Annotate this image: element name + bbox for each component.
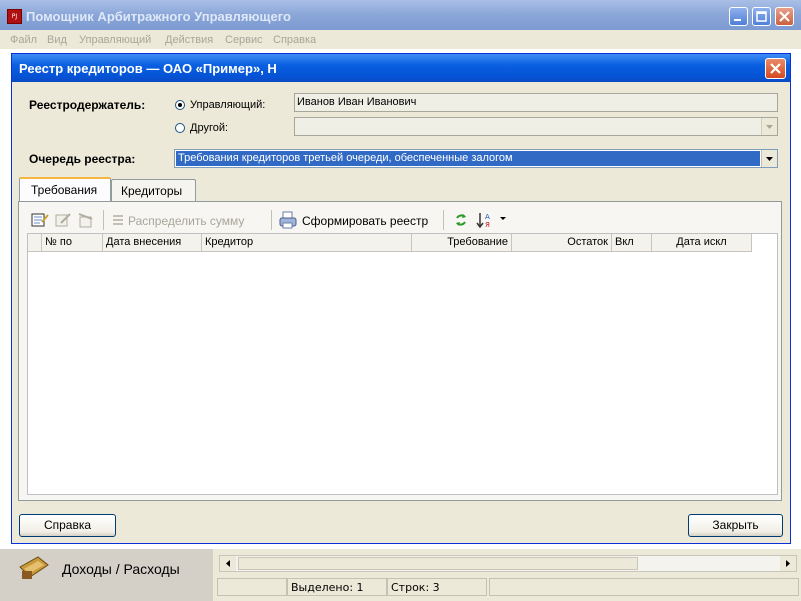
distribute-icon xyxy=(110,210,126,230)
horizontal-scrollbar[interactable] xyxy=(219,555,797,572)
column-header[interactable]: Кредитор xyxy=(202,234,412,252)
main-close-button[interactable] xyxy=(775,7,794,26)
radio-manager[interactable] xyxy=(175,100,185,110)
column-header-label: Кредитор xyxy=(205,236,254,248)
close-button[interactable]: Закрыть xyxy=(688,514,783,537)
radio-other-label[interactable]: Другой: xyxy=(190,122,228,134)
tab-requirements[interactable]: Требования xyxy=(19,177,111,201)
creditors-registry-dialog: Реестр кредиторов — ОАО «Пример», Н Реес… xyxy=(11,53,791,544)
refresh-icon[interactable] xyxy=(451,210,471,230)
menu-manager[interactable]: Управляющий xyxy=(79,34,151,46)
tab-requirements-label: Требования xyxy=(31,183,98,197)
queue-label: Очередь реестра: xyxy=(29,152,136,166)
status-selected: Выделено: 1 xyxy=(287,578,387,596)
help-button[interactable]: Справка xyxy=(19,514,116,537)
status-rows: Строк: 3 xyxy=(387,578,487,596)
manager-value: Иванов Иван Иванович xyxy=(297,96,417,108)
printer-icon[interactable] xyxy=(278,210,298,230)
column-header[interactable]: № по xyxy=(42,234,103,252)
other-holder-combo[interactable] xyxy=(294,117,778,136)
income-expense-item[interactable]: Доходы / Расходы xyxy=(62,561,180,577)
column-header-label: Вкл xyxy=(615,236,634,248)
menu-service[interactable]: Сервис xyxy=(225,34,263,46)
svg-text:Я: Я xyxy=(485,221,490,229)
column-header-label: Требование xyxy=(447,236,508,248)
scroll-thumb[interactable] xyxy=(238,557,638,570)
radio-other[interactable] xyxy=(175,123,185,133)
scroll-left-icon[interactable] xyxy=(220,556,236,571)
pencil-disabled-icon[interactable] xyxy=(53,210,73,230)
sort-icon[interactable]: AЯ xyxy=(476,210,496,230)
queue-value: Требования кредиторов третьей очереди, о… xyxy=(178,152,513,164)
scroll-right-icon[interactable] xyxy=(780,556,796,571)
dialog-close-button[interactable] xyxy=(765,58,786,79)
menu-help[interactable]: Справка xyxy=(273,34,316,46)
sort-dropdown-icon[interactable] xyxy=(498,214,508,224)
column-header-label: Дата искл xyxy=(676,236,727,248)
column-header[interactable]: Дата искл xyxy=(652,234,752,252)
income-expense-icon xyxy=(16,551,52,583)
dialog-title: Реестр кредиторов — ОАО «Пример», Н xyxy=(19,61,277,76)
column-header-label: Остаток xyxy=(567,236,608,248)
tab-creditors[interactable]: Кредиторы xyxy=(111,179,196,201)
row-indicator-header xyxy=(28,234,42,252)
other-holder-dropdown-icon[interactable] xyxy=(761,118,777,135)
book-edit-icon[interactable] xyxy=(30,210,50,230)
radio-manager-label[interactable]: Управляющий: xyxy=(190,99,265,111)
holder-label: Реестродержатель: xyxy=(29,98,146,112)
minimize-button[interactable] xyxy=(729,7,748,26)
column-header-label: Дата внесения xyxy=(106,236,182,248)
column-header[interactable]: Остаток xyxy=(512,234,612,252)
menu-bar: Файл Вид Управляющий Действия Сервис Спр… xyxy=(0,31,801,49)
app-title: Помощник Арбитражного Управляющего xyxy=(26,9,291,24)
menu-view[interactable]: Вид xyxy=(47,34,67,46)
distribute-button[interactable]: Распределить сумму xyxy=(128,214,244,228)
status-cell-empty xyxy=(217,578,287,596)
toolbar-separator xyxy=(443,210,444,230)
requirements-panel: Распределить сумму Сформировать реестр A… xyxy=(18,201,782,501)
main-title-bar: PJ Помощник Арбитражного Управляющего xyxy=(0,0,801,30)
menu-file[interactable]: Файл xyxy=(10,34,37,46)
column-header[interactable]: Требование xyxy=(412,234,512,252)
column-header-label: № по xyxy=(45,236,72,248)
toolbar-separator xyxy=(103,210,104,230)
app-logo-icon: PJ xyxy=(7,9,22,24)
queue-selection: Требования кредиторов третьей очереди, о… xyxy=(176,151,760,166)
column-header[interactable]: Дата внесения xyxy=(103,234,202,252)
menu-actions[interactable]: Действия xyxy=(165,34,213,46)
maximize-button[interactable] xyxy=(752,7,771,26)
toolbar-separator xyxy=(271,210,272,230)
requirements-grid[interactable]: № по Дата внесения Кредитор Требование О… xyxy=(27,233,778,495)
svg-text:A: A xyxy=(485,213,490,221)
column-header[interactable]: Вкл xyxy=(612,234,652,252)
manager-field: Иванов Иван Иванович xyxy=(294,93,778,112)
status-bar: Выделено: 1 Строк: 3 xyxy=(217,577,801,601)
dialog-title-bar: Реестр кредиторов — ОАО «Пример», Н xyxy=(12,54,790,82)
queue-combo[interactable]: Требования кредиторов третьей очереди, о… xyxy=(174,149,778,168)
status-cell-empty xyxy=(489,578,799,596)
build-registry-button[interactable]: Сформировать реестр xyxy=(302,214,428,228)
delete-disabled-icon[interactable] xyxy=(76,210,96,230)
tab-creditors-label: Кредиторы xyxy=(121,184,183,198)
queue-dropdown-icon[interactable] xyxy=(761,150,777,167)
